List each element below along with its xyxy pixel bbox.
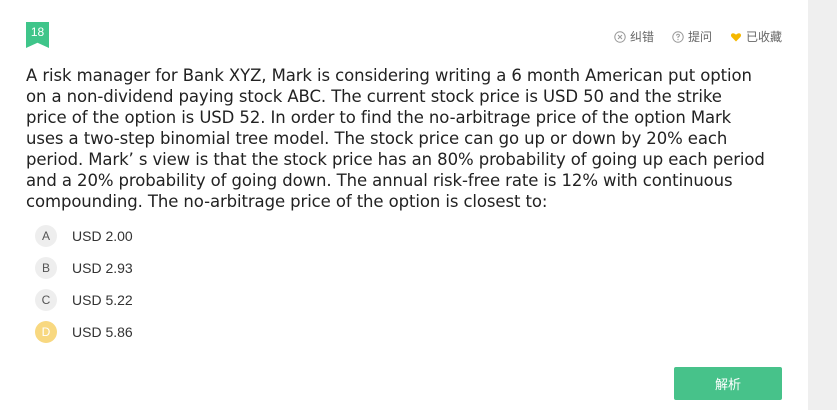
right-panel-edge xyxy=(808,0,837,410)
ask-question-label: 提问 xyxy=(687,30,712,44)
option-text: USD 2.93 xyxy=(72,260,133,276)
option-a[interactable]: A USD 2.00 xyxy=(35,225,133,247)
question-actions: 纠错 提问 已收藏 xyxy=(614,28,782,45)
option-b[interactable]: B USD 2.93 xyxy=(35,257,133,279)
favorite-button[interactable]: 已收藏 xyxy=(730,28,782,45)
favorite-label: 已收藏 xyxy=(745,30,782,44)
question-text: A risk manager for Bank XYZ, Mark is con… xyxy=(26,66,765,211)
option-c[interactable]: C USD 5.22 xyxy=(35,289,133,311)
option-text: USD 5.86 xyxy=(72,324,133,340)
heart-icon xyxy=(730,31,742,43)
option-letter: A xyxy=(35,225,57,247)
option-text: USD 2.00 xyxy=(72,228,133,244)
report-error-label: 纠错 xyxy=(629,30,654,44)
ask-question-button[interactable]: 提问 xyxy=(672,28,712,45)
question-number-badge: 18 xyxy=(26,22,49,48)
options-list: A USD 2.00 B USD 2.93 C USD 5.22 D USD 5… xyxy=(35,225,133,353)
option-d[interactable]: D USD 5.86 xyxy=(35,321,133,343)
option-letter: C xyxy=(35,289,57,311)
question-card: 18 纠错 提问 已收藏 A risk manager for Bank XYZ… xyxy=(0,0,808,410)
option-letter: B xyxy=(35,257,57,279)
analysis-button[interactable]: 解析 xyxy=(674,367,782,400)
option-letter-selected: D xyxy=(35,321,57,343)
close-circle-icon xyxy=(614,30,626,43)
option-text: USD 5.22 xyxy=(72,292,133,308)
question-circle-icon xyxy=(672,30,684,43)
report-error-button[interactable]: 纠错 xyxy=(614,28,654,45)
